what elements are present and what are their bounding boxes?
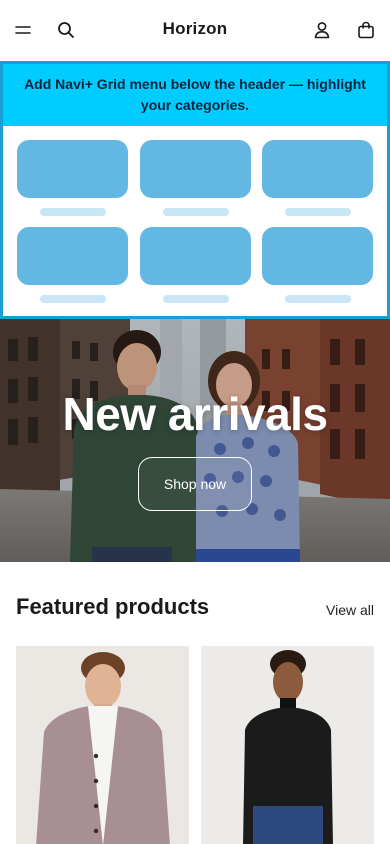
category-tile-image bbox=[140, 140, 251, 198]
category-tile-label bbox=[39, 295, 106, 303]
category-tile[interactable] bbox=[262, 140, 373, 216]
category-tile-label bbox=[39, 208, 106, 216]
category-tile-image bbox=[262, 140, 373, 198]
category-tile-label bbox=[162, 208, 229, 216]
category-tile[interactable] bbox=[140, 227, 251, 303]
category-tile-label bbox=[284, 208, 351, 216]
category-tile[interactable] bbox=[140, 140, 251, 216]
category-tile-label bbox=[162, 295, 229, 303]
category-tile-image bbox=[17, 227, 128, 285]
category-tile-image bbox=[262, 227, 373, 285]
account-button[interactable] bbox=[310, 18, 334, 42]
product-card[interactable] bbox=[16, 646, 189, 844]
category-tile[interactable] bbox=[17, 140, 128, 216]
view-all-link[interactable]: View all bbox=[326, 602, 374, 618]
category-tile-label bbox=[284, 295, 351, 303]
category-tile[interactable] bbox=[262, 227, 373, 303]
navi-banner: Add Navi+ Grid menu below the header — h… bbox=[3, 64, 387, 126]
product-image bbox=[201, 646, 374, 844]
section-title: Featured products bbox=[16, 594, 210, 619]
product-image bbox=[16, 646, 189, 844]
product-card[interactable] bbox=[201, 646, 374, 844]
category-tile-image bbox=[140, 227, 251, 285]
hero-banner: New arrivals Shop now bbox=[0, 319, 390, 562]
navi-grid-menu: Add Navi+ Grid menu below the header — h… bbox=[0, 61, 390, 319]
cart-icon bbox=[358, 21, 374, 39]
site-header: Horizon bbox=[0, 0, 390, 61]
hero-title: New arrivals bbox=[62, 388, 328, 440]
cart-button[interactable] bbox=[354, 18, 378, 42]
category-tile[interactable] bbox=[17, 227, 128, 303]
category-tile-image bbox=[17, 140, 128, 198]
account-icon bbox=[314, 22, 330, 39]
shop-now-button[interactable]: Shop now bbox=[138, 457, 252, 511]
